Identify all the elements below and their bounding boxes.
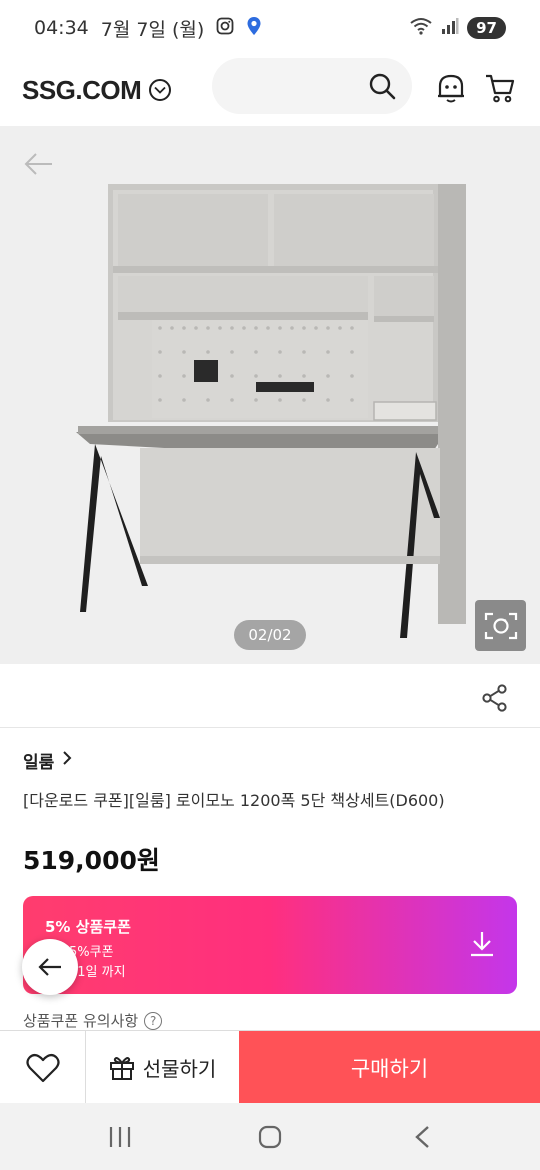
gift-button[interactable]: 선물하기: [86, 1031, 239, 1104]
app-header: SSG.COM: [0, 56, 540, 124]
nav-back-icon[interactable]: [412, 1125, 432, 1153]
product-image[interactable]: 02/02: [0, 126, 540, 664]
share-icon[interactable]: [482, 684, 508, 716]
signal-icon: [441, 17, 459, 40]
coupon-notice-label: 상품쿠폰 유의사항: [23, 1012, 139, 1030]
gift-icon: [109, 1056, 134, 1080]
map-icon: [246, 16, 262, 41]
ssg-logo[interactable]: SSG.COM: [22, 75, 142, 106]
coupon-notice-link[interactable]: 상품쿠폰 유의사항 ?: [23, 1010, 163, 1031]
status-bar: 04:34 7월 7일 (월) 97: [0, 0, 540, 56]
image-counter: 02/02: [234, 620, 306, 650]
camera-lens-icon: [484, 612, 517, 639]
system-nav-bar: [0, 1103, 540, 1170]
image-search-button[interactable]: [475, 600, 526, 651]
chevron-right-icon: [62, 750, 72, 771]
desk-illustration: [76, 184, 466, 638]
download-icon[interactable]: [469, 930, 495, 962]
cart-icon[interactable]: [484, 72, 516, 108]
alert-icon[interactable]: [436, 72, 466, 108]
chevron-down-icon[interactable]: [149, 79, 172, 101]
product-price: 519,000원: [23, 846, 160, 875]
coupon-title: 5% 상품쿠폰: [45, 918, 131, 936]
search-icon[interactable]: [368, 72, 396, 104]
heart-icon: [25, 1053, 60, 1082]
share-row: [0, 664, 540, 728]
search-input[interactable]: [212, 58, 412, 114]
coupon-banner[interactable]: 5% 상품쿠폰 5%쿠폰 31일 까지: [23, 896, 517, 994]
arrow-left-icon: [38, 958, 61, 976]
help-icon: ?: [144, 1011, 163, 1030]
home-icon[interactable]: [258, 1125, 282, 1153]
instagram-icon: [216, 17, 234, 40]
status-date: 7월 7일 (월): [100, 18, 205, 41]
buy-button[interactable]: 구매하기: [239, 1031, 540, 1104]
brand-link[interactable]: 일룸: [23, 748, 72, 773]
battery-indicator: 97: [467, 17, 506, 39]
wifi-icon: [409, 17, 433, 40]
product-name: [다운로드 쿠폰][일룸] 로이모노 1200폭 5단 책상세트(D600): [23, 791, 445, 810]
back-arrow-icon[interactable]: [24, 152, 54, 180]
status-time: 04:34: [34, 17, 89, 39]
recent-apps-icon[interactable]: [108, 1125, 132, 1153]
floating-back-button[interactable]: [22, 939, 78, 995]
gift-label: 선물하기: [142, 1057, 217, 1081]
bottom-action-bar: 선물하기 구매하기: [0, 1030, 540, 1104]
brand-name: 일룸: [23, 753, 55, 773]
like-button[interactable]: [0, 1031, 86, 1104]
